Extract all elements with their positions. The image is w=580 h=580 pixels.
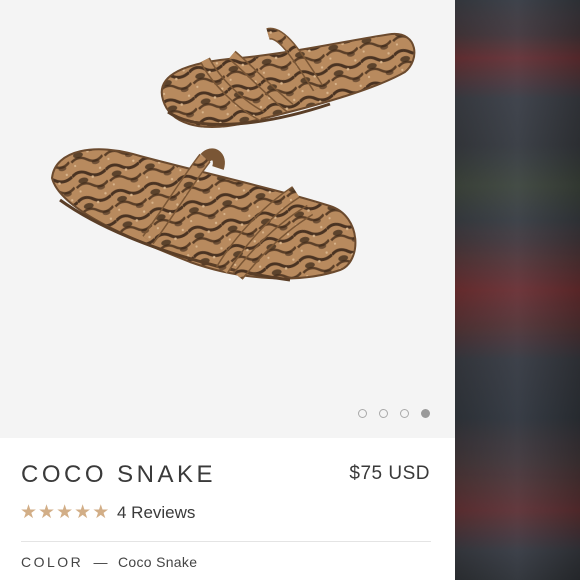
carousel-dots [358,409,430,418]
carousel-dot[interactable] [379,409,388,418]
sandal-illustration [50,27,416,282]
star-icon: ★ [92,502,110,523]
front-sandal [50,148,357,282]
star-rating[interactable]: ★ ★ ★ ★ ★ [20,502,109,524]
color-separator: — [93,554,108,570]
product-image[interactable] [0,0,455,438]
star-icon: ★ [74,502,92,523]
star-icon: ★ [20,502,38,523]
star-icon: ★ [38,502,56,523]
background-app-blur [455,0,580,580]
product-title: COCO SNAKE [21,461,217,488]
carousel-dot[interactable] [358,409,367,418]
product-panel: COCO SNAKE $75 USD ★ ★ ★ ★ ★ 4 Reviews C… [0,0,455,580]
reviews-link[interactable]: 4 Reviews [117,503,195,523]
product-price: $75 USD [349,463,430,484]
color-row: COLOR — Coco Snake [21,554,197,570]
star-icon: ★ [56,502,74,523]
divider [21,541,431,542]
carousel-dot-active[interactable] [421,409,430,418]
color-value: Coco Snake [118,554,198,570]
carousel-dot[interactable] [400,409,409,418]
back-sandal [160,27,416,128]
color-label: COLOR [21,554,84,570]
